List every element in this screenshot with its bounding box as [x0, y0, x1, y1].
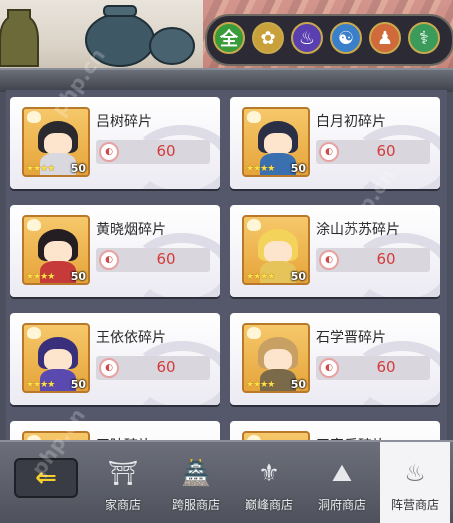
currency-icon: ◐	[319, 358, 339, 378]
character-portrait: ★★★★ 50	[22, 215, 90, 285]
tab-peak[interactable]: ⚜ 巅峰商店	[234, 442, 304, 523]
buy-price-button[interactable]: ◐ 60	[316, 356, 430, 380]
tab-faction[interactable]: ♨ 阵营商店	[380, 442, 450, 523]
flame-icon: ♨	[298, 27, 316, 49]
tab-shop[interactable]: ⛩ 家商店	[88, 442, 158, 523]
back-button[interactable]: ⇐	[14, 458, 78, 498]
item-name: 吕树碎片	[96, 114, 152, 130]
item-price: 60	[376, 142, 396, 160]
level-badge: 50	[70, 378, 86, 391]
star-rating: ★★★★	[26, 272, 55, 282]
tab-label: 洞府商店	[317, 498, 366, 512]
currency-icon: ◐	[99, 358, 119, 378]
buy-price-button[interactable]: ◐ 60	[96, 356, 210, 380]
tab-cave[interactable]: ⛰ 洞府商店	[307, 442, 377, 523]
shop-item-card[interactable]: ★★★★ 50 吕树碎片 ◐ 60	[10, 97, 220, 189]
filter-all[interactable]: 全	[213, 22, 245, 54]
pottery-decoration	[0, 5, 195, 67]
faction-icon: ♨	[404, 459, 426, 487]
star-rating: ★★★★	[26, 164, 55, 174]
filter-fire-figure[interactable]: ♟	[369, 22, 401, 54]
currency-icon: ◐	[99, 250, 119, 270]
cat-icon	[247, 219, 261, 231]
level-badge: 50	[70, 270, 86, 283]
item-price: 60	[376, 250, 396, 268]
level-badge: 50	[290, 378, 306, 391]
buy-price-button[interactable]: ◐ 60	[96, 140, 210, 164]
star-rating: ★★★★	[246, 272, 275, 282]
currency-icon: ◐	[319, 250, 339, 270]
game-shop-screen: 全 ✿ ♨ ☯ ♟ ⚕ ★★★★ 50 吕树碎片 ◐ 60 ★★★★ 50 白月初碎片	[0, 0, 453, 523]
cross-server-icon: 🏯	[181, 459, 211, 487]
shop-item-card[interactable]: ★★★★ 50 王依依碎片 ◐ 60	[10, 313, 220, 405]
cat-icon	[27, 111, 41, 123]
filter-dna[interactable]: ⚕	[408, 22, 440, 54]
star-rating: ★★★★	[26, 380, 55, 390]
cave-icon: ⛰	[331, 459, 353, 487]
tab-label: 巅峰商店	[244, 498, 293, 512]
shop-item-card[interactable]: ★★★★ 50 黄晓烟碎片 ◐ 60	[10, 205, 220, 297]
currency-icon: ◐	[319, 142, 339, 162]
shop-item-card[interactable]: ★★★★ 50 涂山苏苏碎片 ◐ 60	[230, 205, 440, 297]
peak-icon: ⚜	[258, 459, 280, 487]
shop-item-card[interactable]: ★★★★ 50 石学晋碎片 ◐ 60	[230, 313, 440, 405]
character-portrait: ★★★★ 50	[22, 107, 90, 177]
tab-label: 阵营商店	[390, 498, 439, 512]
star-rating: ★★★★	[246, 164, 275, 174]
dna-icon: ⚕	[419, 27, 429, 49]
star-rating: ★★★★	[246, 380, 275, 390]
cat-icon	[27, 219, 41, 231]
item-price: 60	[156, 250, 176, 268]
character-portrait: ★★★★ 50	[242, 215, 310, 285]
item-name: 王依依碎片	[96, 330, 166, 346]
filter-flame[interactable]: ♨	[291, 22, 323, 54]
shop-icon: ⛩	[107, 459, 139, 487]
item-name: 涂山苏苏碎片	[316, 222, 400, 238]
fire-figure-icon: ♟	[376, 27, 394, 49]
cat-icon	[27, 327, 41, 339]
level-badge: 50	[290, 162, 306, 175]
cat-icon	[247, 327, 261, 339]
portrait-face	[264, 349, 292, 371]
portrait-face	[264, 133, 292, 155]
shelf	[0, 68, 453, 92]
portrait-face	[44, 349, 72, 371]
filter-lotus[interactable]: ✿	[252, 22, 284, 54]
level-badge: 50	[70, 162, 86, 175]
item-name: 白月初碎片	[316, 114, 386, 130]
tab-cross-server[interactable]: 🏯 跨服商店	[161, 442, 231, 523]
item-name: 石学晋碎片	[316, 330, 386, 346]
character-portrait: ★★★★ 50	[22, 323, 90, 393]
character-portrait: ★★★★ 50	[242, 107, 310, 177]
buy-price-button[interactable]: ◐ 60	[316, 248, 430, 272]
shop-item-card[interactable]: ★★★★ 50 白月初碎片 ◐ 60	[230, 97, 440, 189]
item-price: 60	[156, 142, 176, 160]
cat-icon	[247, 111, 261, 123]
level-badge: 50	[290, 270, 306, 283]
item-name: 黄晓烟碎片	[96, 222, 166, 238]
buy-price-button[interactable]: ◐ 60	[316, 140, 430, 164]
back-arrow-icon: ⇐	[35, 463, 57, 493]
item-price: 60	[376, 358, 396, 376]
swirl-icon: ☯	[337, 27, 355, 49]
buy-price-button[interactable]: ◐ 60	[96, 248, 210, 272]
portrait-face	[264, 241, 292, 263]
portrait-face	[44, 241, 72, 263]
item-price: 60	[156, 358, 176, 376]
portrait-face	[44, 133, 72, 155]
character-portrait: ★★★★ 50	[242, 323, 310, 393]
filter-swirl[interactable]: ☯	[330, 22, 362, 54]
tab-label: 家商店	[104, 498, 141, 512]
currency-icon: ◐	[99, 142, 119, 162]
all-icon: 全	[220, 29, 238, 50]
tab-label: 跨服商店	[171, 498, 220, 512]
lotus-icon: ✿	[260, 27, 276, 49]
